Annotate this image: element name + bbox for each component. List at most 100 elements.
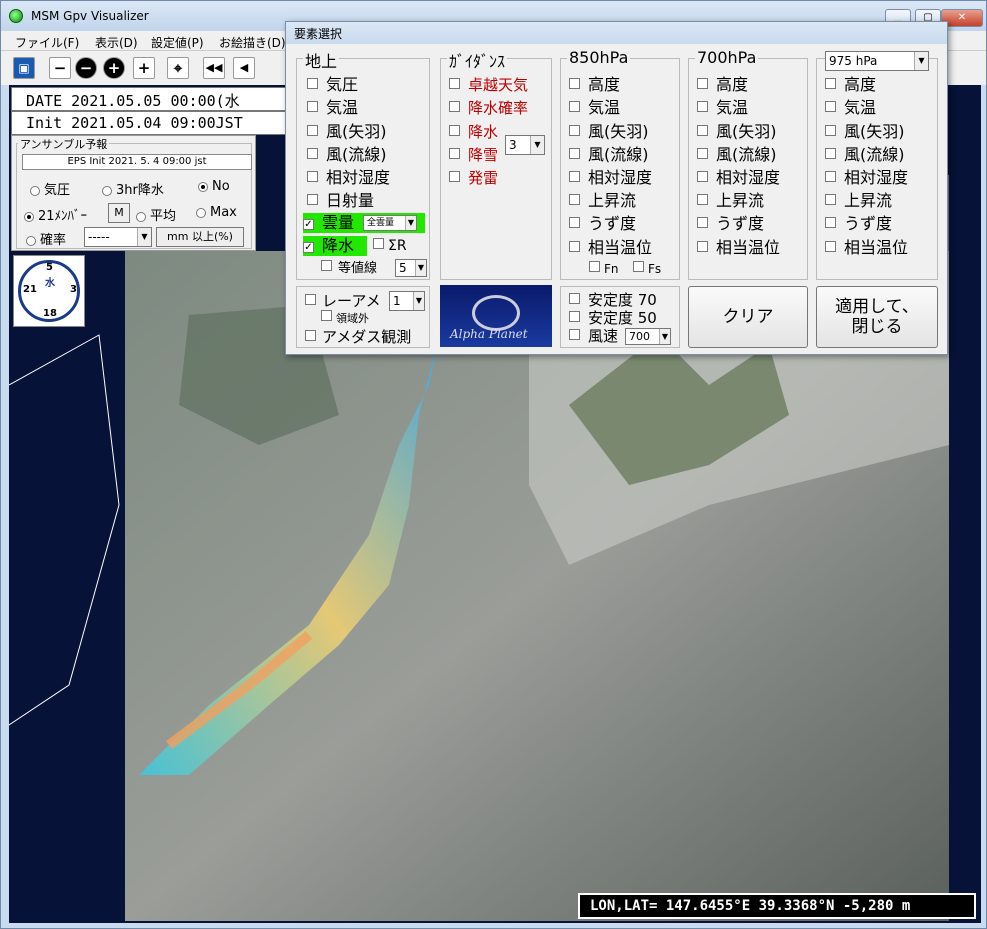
check-thunder[interactable]: 発雷 (449, 168, 498, 188)
check-fn[interactable]: Fn (589, 259, 619, 279)
menu-settings[interactable]: 設定値(P) (151, 34, 204, 51)
zoom-out-button[interactable]: − (49, 57, 71, 79)
menu-view[interactable]: 表示(D) (95, 34, 138, 51)
wind-level-combo[interactable]: 700 ▼ (625, 328, 671, 345)
check-contour[interactable]: 等値線 (321, 259, 377, 279)
check-snowfall[interactable]: 降雪 (449, 145, 498, 165)
check-outside-area[interactable]: 領域外 (321, 309, 369, 329)
check-700-wind-barb[interactable]: 風(矢羽) (697, 122, 777, 142)
radio-max[interactable]: Max (196, 205, 237, 220)
save-image-icon[interactable]: ▣ (13, 57, 35, 79)
zoom-out-circle-icon[interactable]: − (75, 57, 97, 79)
group-700hpa: 700hPa 高度 気温 風(矢羽) 風(流線) 相対湿度 上昇流 うず度 相当… (688, 48, 808, 280)
check-label: 上昇流 (844, 191, 893, 210)
apply-close-button[interactable]: 適用して、 閉じる (816, 286, 938, 348)
check-850-wind-barb[interactable]: 風(矢羽) (569, 122, 649, 142)
radio-label: 平均 (150, 209, 177, 224)
radio-label: 3hr降水 (116, 183, 164, 198)
move-icon[interactable]: ⌖ (167, 57, 189, 79)
check-850-updraft[interactable]: 上昇流 (569, 191, 636, 211)
check-amedas-obs[interactable]: アメダス観測 (305, 327, 411, 347)
contour-combo[interactable]: 5 ▼ (395, 259, 427, 277)
radio-3hr-precip[interactable]: 3hr降水 (102, 179, 164, 198)
check-label: 相対湿度 (588, 168, 653, 187)
level-combo[interactable]: 975 hPa ▼ (825, 51, 929, 71)
check-label: 領域外 (336, 312, 369, 325)
check-lvl-theta-e[interactable]: 相当温位 (825, 238, 908, 258)
check-wind-speed[interactable]: 風速 (569, 326, 618, 346)
guidance-combo[interactable]: 3 ▼ (505, 135, 545, 155)
check-label: レーアメ (322, 292, 381, 310)
cloud-type-combo[interactable]: 全雲量 ▼ (363, 215, 417, 231)
check-sigma-r[interactable]: ΣR (373, 236, 407, 256)
check-lvl-vorticity[interactable]: うず度 (825, 214, 892, 234)
check-precipitation[interactable]: ✓ 降水 (303, 236, 367, 256)
step-back-button[interactable]: ◀ (233, 57, 255, 79)
check-surface-streamline[interactable]: 風(流線) (307, 145, 387, 165)
combo-value: 1 (393, 294, 401, 308)
clock-center: 水 (45, 278, 55, 289)
ensemble-info: EPS Init 2021. 5. 4 09:00 jst (22, 154, 252, 170)
clear-button[interactable]: クリア (688, 286, 808, 348)
check-precip-probability[interactable]: 降水確率 (449, 98, 528, 118)
check-stability-50[interactable]: 安定度 50 (569, 308, 657, 328)
chevron-down-icon: ▼ (914, 52, 928, 70)
rewind-button[interactable]: ◀◀ (203, 57, 225, 79)
radio-mean[interactable]: 平均 (136, 205, 176, 224)
menu-file[interactable]: ファイル(F) (15, 34, 79, 51)
check-guidance-precip[interactable]: 降水 (449, 122, 498, 142)
check-label: 降雪 (468, 146, 499, 164)
menu-draw[interactable]: お絵描き(D) (219, 34, 286, 51)
check-lvl-wind-barb[interactable]: 風(矢羽) (825, 122, 905, 142)
check-850-streamline[interactable]: 風(流線) (569, 145, 649, 165)
zoom-in-button[interactable]: + (133, 57, 155, 79)
check-surface-pressure[interactable]: 気圧 (307, 75, 358, 95)
check-surface-humidity[interactable]: 相対湿度 (307, 168, 390, 188)
probability-combo[interactable]: ----- ▼ (84, 227, 152, 247)
check-solar-radiation[interactable]: 日射量 (307, 191, 374, 211)
check-radar-amedas[interactable]: レーアメ (305, 291, 381, 311)
check-lvl-streamline[interactable]: 風(流線) (825, 145, 905, 165)
check-lvl-updraft[interactable]: 上昇流 (825, 191, 892, 211)
check-surface-wind-barb[interactable]: 風(矢羽) (307, 122, 387, 142)
radio-no[interactable]: No (198, 179, 230, 194)
check-700-streamline[interactable]: 風(流線) (697, 145, 777, 165)
group-guidance: ｶﾞｲﾀﾞﾝｽ 卓越天気 降水確率 降水 3 ▼ 降雪 発雷 (440, 48, 552, 280)
check-700-temp[interactable]: 気温 (697, 98, 748, 118)
threshold-button[interactable]: mm 以上(%) (156, 227, 244, 247)
check-850-humidity[interactable]: 相対湿度 (569, 168, 652, 188)
checkbox (569, 217, 580, 228)
check-lvl-temp[interactable]: 気温 (825, 98, 876, 118)
check-850-theta-e[interactable]: 相当温位 (569, 238, 652, 258)
check-lvl-humidity[interactable]: 相対湿度 (825, 168, 908, 188)
member-select-button[interactable]: M (108, 203, 130, 223)
check-dominant-weather[interactable]: 卓越天気 (449, 75, 528, 95)
radio-probability[interactable]: 確率 (26, 229, 66, 248)
radio-label: 気圧 (44, 183, 71, 198)
check-label: 高度 (588, 75, 621, 94)
checkbox (569, 194, 580, 205)
checkbox (569, 293, 580, 304)
check-lvl-height[interactable]: 高度 (825, 75, 876, 95)
check-700-theta-e[interactable]: 相当温位 (697, 238, 780, 258)
radar-combo[interactable]: 1 ▼ (389, 291, 425, 311)
zoom-in-circle-icon[interactable]: + (103, 57, 125, 79)
check-850-height[interactable]: 高度 (569, 75, 620, 95)
check-700-vorticity[interactable]: うず度 (697, 214, 764, 234)
radio-21-members[interactable]: 21ﾒﾝﾊﾞｰ (24, 205, 87, 224)
check-stability-70[interactable]: 安定度 70 (569, 290, 657, 310)
checkbox (307, 194, 318, 205)
check-700-updraft[interactable]: 上昇流 (697, 191, 764, 211)
checkbox (825, 194, 836, 205)
combo-value: ----- (88, 230, 110, 244)
check-fs[interactable]: Fs (633, 259, 661, 279)
check-label: 雲量 (322, 213, 355, 232)
check-700-height[interactable]: 高度 (697, 75, 748, 95)
checkbox (449, 78, 460, 89)
check-850-vorticity[interactable]: うず度 (569, 214, 636, 234)
radio-label: 確率 (40, 233, 67, 248)
radio-pressure[interactable]: 気圧 (30, 179, 70, 198)
check-850-temp[interactable]: 気温 (569, 98, 620, 118)
check-surface-temp[interactable]: 気温 (307, 98, 358, 118)
check-700-humidity[interactable]: 相対湿度 (697, 168, 780, 188)
